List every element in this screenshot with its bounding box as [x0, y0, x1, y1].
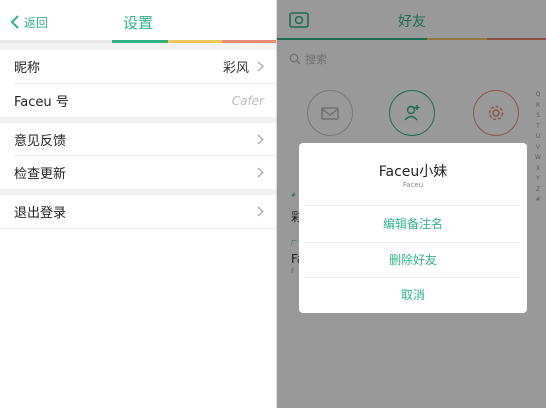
cancel-button[interactable]: 取消 — [299, 278, 527, 312]
dialog-divider — [305, 205, 521, 206]
nickname-row[interactable]: 昵称 彩风 — [0, 50, 276, 83]
check-update-label: 检查更新 — [14, 167, 67, 182]
nickname-label: 昵称 — [14, 61, 41, 76]
faceu-id-row: Faceu 号 Cafer — [0, 84, 276, 117]
friend-action-dialog: Faceu小妹 Faceu 编辑备注名 删除好友 取消 — [299, 143, 527, 313]
chevron-right-icon — [257, 61, 264, 72]
logout-row[interactable]: 退出登录 — [0, 195, 276, 228]
check-update-row[interactable]: 检查更新 — [0, 156, 276, 189]
friends-screen: 好友 搜索 # 彩 厂 Fa F Q R S T U V W X Y Z # F… — [276, 0, 546, 408]
delete-friend-button[interactable]: 删除好友 — [299, 243, 527, 277]
dialog-friend-id: Faceu — [402, 181, 424, 189]
feedback-label: 意见反馈 — [14, 134, 67, 149]
faceu-id-label: Faceu 号 — [14, 95, 69, 110]
settings-header: 返回 设置 — [0, 0, 276, 44]
page-title: 设置 — [122, 14, 153, 32]
chevron-right-icon — [257, 167, 264, 178]
section-gap — [0, 43, 276, 50]
nickname-value: 彩风 — [222, 61, 249, 76]
row-divider — [0, 228, 276, 229]
settings-screen: 返回 设置 昵称 彩风 Faceu 号 Cafer 意见反馈 检查更新 退出登录 — [0, 0, 276, 408]
dialog-friend-name: Faceu小妹 — [378, 164, 448, 180]
logout-label: 退出登录 — [14, 206, 67, 221]
chevron-right-icon — [257, 134, 264, 145]
feedback-row[interactable]: 意见反馈 — [0, 123, 276, 156]
edit-remark-button[interactable]: 编辑备注名 — [299, 207, 527, 241]
faceu-id-value: Cafer — [231, 93, 264, 108]
chevron-right-icon — [257, 206, 264, 217]
